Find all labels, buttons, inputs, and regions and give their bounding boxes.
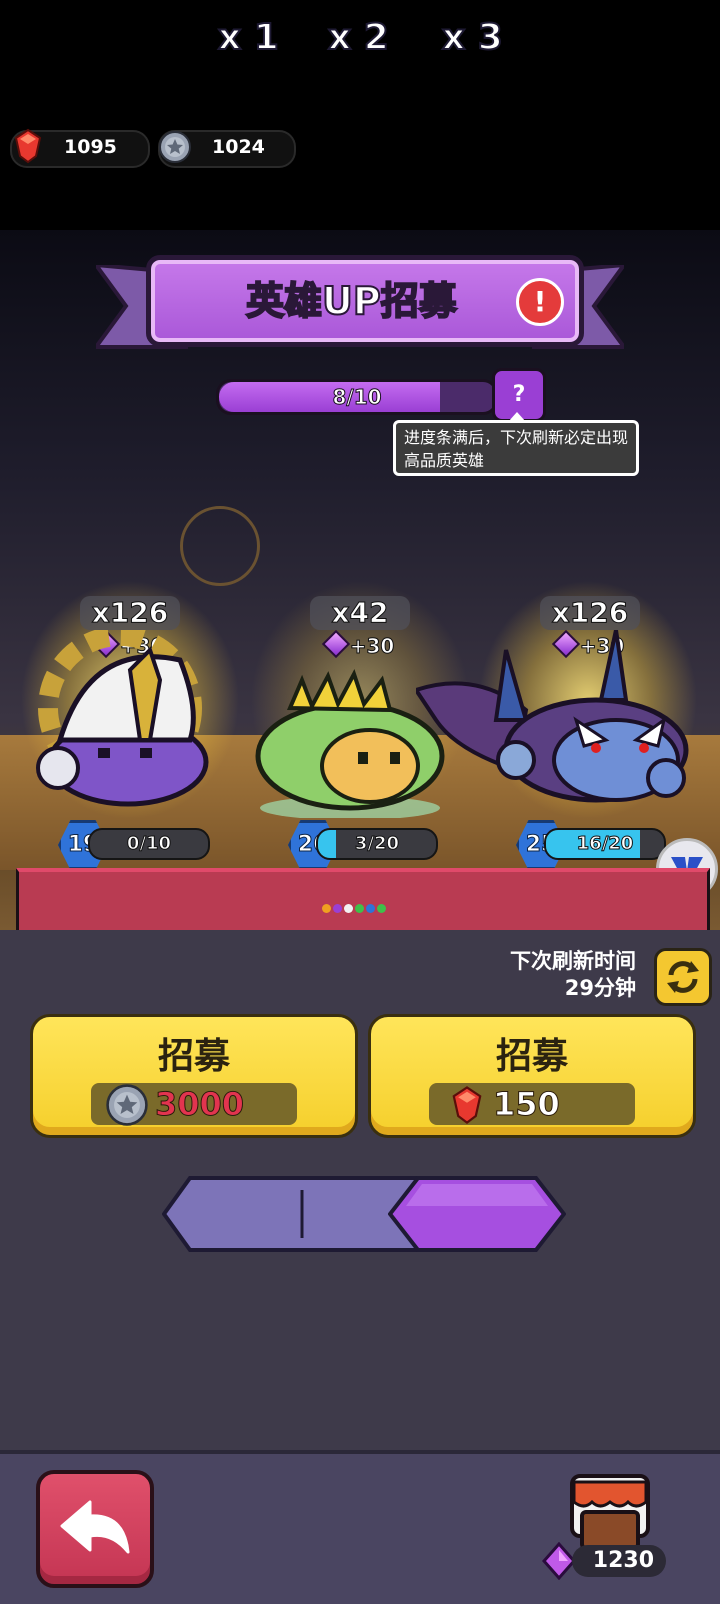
page-indicator xyxy=(322,898,394,913)
coin-count: 1024 xyxy=(212,136,265,158)
recruit-cost: 3000 xyxy=(91,1083,297,1126)
hero-shard-bar: 3/20 xyxy=(316,828,438,860)
decor-halo xyxy=(180,506,260,586)
refresh-time: 29分钟 xyxy=(564,976,636,1000)
hero-shard-text: 16/20 xyxy=(576,833,634,855)
gem-icon xyxy=(14,128,42,164)
multiplier-x3[interactable]: x 3 xyxy=(441,0,504,76)
hero-shard-bar: 16/20 xyxy=(544,828,666,860)
coin-icon xyxy=(159,131,191,163)
hero-dark-knight[interactable] xyxy=(416,630,696,810)
banner-title: 英雄UP招募 ! xyxy=(146,255,584,347)
hero-bonus: +30 xyxy=(310,629,410,660)
recruit-button-label: 招募 xyxy=(495,1036,568,1077)
purple-gem-icon xyxy=(321,629,350,659)
banner-title-text: 英雄UP招募 xyxy=(245,278,458,324)
up-progress-bar: 8/10 xyxy=(216,379,498,415)
recruit-coin-button[interactable]: 招募 3000 xyxy=(30,1014,358,1138)
back-button[interactable] xyxy=(36,1470,154,1588)
recruit-cost: 150 xyxy=(429,1083,635,1125)
alert-icon[interactable]: ! xyxy=(516,278,564,326)
hero-count: x126 xyxy=(540,596,640,630)
back-arrow-icon xyxy=(60,1500,130,1554)
recruit-cost-value: 3000 xyxy=(154,1085,245,1124)
hero-knight[interactable] xyxy=(0,630,240,810)
hero-count: x126 xyxy=(80,596,180,630)
multiplier-selected-bg xyxy=(388,1176,566,1252)
purple-gem-count: 1230 xyxy=(572,1545,666,1577)
recruit-cost-value: 150 xyxy=(493,1085,561,1124)
progress-tooltip: 进度条满后，下次刷新必定出现高品质英雄 xyxy=(393,412,639,476)
hero-shard-bar: 0/10 xyxy=(88,828,210,860)
refresh-icon[interactable] xyxy=(654,948,712,1006)
recruit-gem-button[interactable]: 招募 150 xyxy=(368,1014,696,1138)
coin-icon xyxy=(106,1084,148,1126)
refresh-label: 下次刷新时间 xyxy=(510,949,636,973)
hero-shard-text: 3/20 xyxy=(354,833,400,855)
hero-count: x42 xyxy=(310,596,410,630)
up-progress-text: 8/10 xyxy=(332,385,382,410)
gem-count: 1095 xyxy=(64,136,117,158)
multiplier-x1[interactable]: x 1 xyxy=(217,0,280,76)
recruit-button-label: 招募 xyxy=(157,1036,230,1077)
refresh-info: 下次刷新时间 29分钟 xyxy=(510,948,636,1002)
gem-icon xyxy=(452,1086,482,1124)
hero-shard-text: 0/10 xyxy=(126,833,172,855)
multiplier-x2[interactable]: x 2 xyxy=(327,0,390,76)
